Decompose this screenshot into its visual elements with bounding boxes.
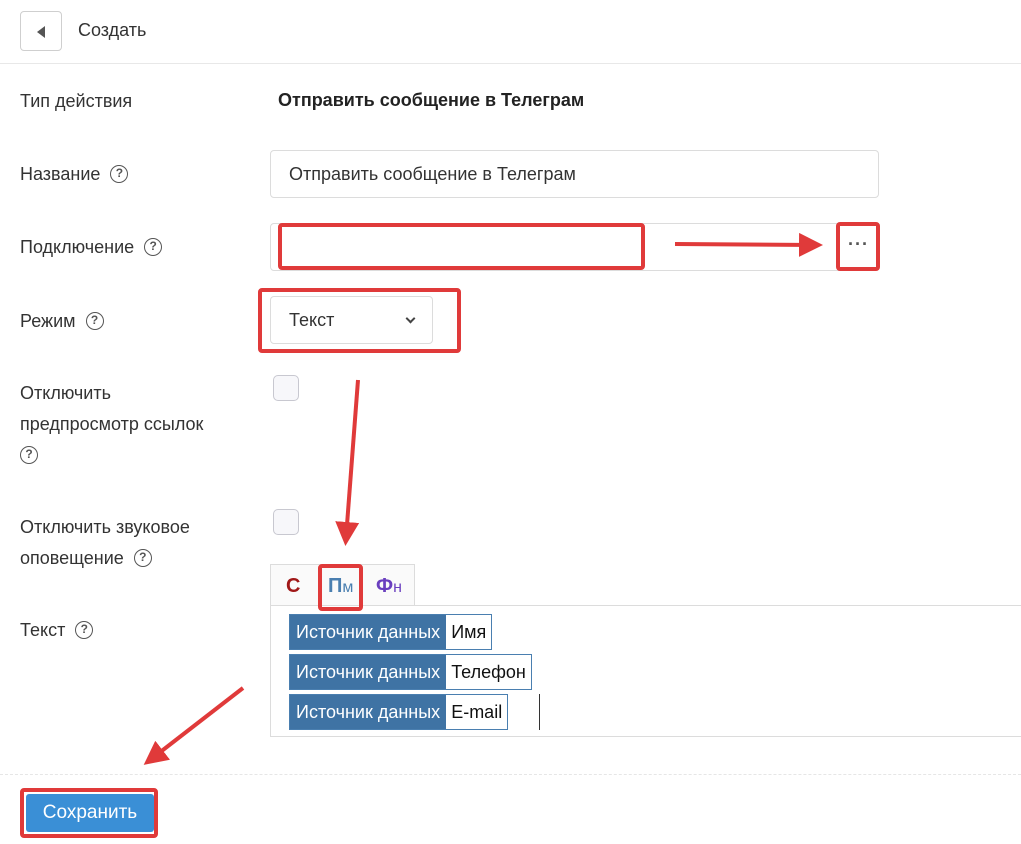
help-icon[interactable]: ? (144, 238, 163, 257)
text-label: Текст? (20, 615, 94, 646)
help-icon[interactable]: ? (20, 446, 38, 465)
mode-label: Режим? (20, 306, 104, 337)
text-caret (539, 694, 540, 730)
help-icon[interactable]: ? (110, 165, 129, 184)
help-icon[interactable]: ? (85, 312, 104, 331)
data-token[interactable]: Источник данных E-mail (289, 694, 509, 730)
mode-selected-value: Текст (289, 310, 335, 330)
text-editor[interactable]: Источник данных Имя Источник данных Теле… (270, 605, 1021, 737)
arrow-to-variables-tab (335, 379, 360, 546)
token-field: Имя (446, 615, 492, 649)
token-source: Источник данных (290, 695, 447, 729)
disable-sound-label: Отключить звуковое оповещение? (20, 517, 190, 568)
disable-preview-label: Отключить предпросмотр ссылок ? (20, 378, 203, 471)
name-input[interactable]: Отправить сообщение в Телеграм (270, 150, 879, 198)
arrow-to-save-button (143, 686, 245, 765)
connection-label: Подключение? (20, 232, 163, 263)
help-icon[interactable]: ? (133, 549, 152, 568)
help-icon[interactable]: ? (75, 621, 94, 640)
token-field: E-mail (446, 695, 508, 729)
page-title: Создать (78, 20, 147, 40)
connection-input[interactable] (270, 223, 838, 271)
back-button[interactable] (20, 11, 62, 51)
action-type-value: Отправить сообщение в Телеграм (278, 90, 585, 110)
tab-constant[interactable]: С (286, 565, 300, 607)
editor-tabs: С Пм Фн (270, 564, 415, 606)
connection-more-button[interactable]: ··· (838, 223, 879, 271)
footer-divider (0, 774, 1021, 775)
token-source: Источник данных (290, 615, 447, 649)
chevron-down-icon (405, 313, 416, 324)
token-source: Источник данных (290, 655, 447, 689)
save-button[interactable]: Сохранить (26, 794, 154, 832)
action-type-label: Тип действия (20, 91, 133, 111)
disable-sound-checkbox[interactable] (273, 509, 299, 535)
mode-select[interactable]: Текст (270, 296, 433, 344)
data-token[interactable]: Источник данных Телефон (289, 654, 532, 690)
tab-functions[interactable]: Фн (376, 565, 402, 607)
tab-variables[interactable]: Пм (328, 565, 353, 607)
header: Создать (0, 0, 1021, 64)
name-label: Название? (20, 159, 129, 190)
back-arrow-icon (37, 26, 45, 38)
token-field: Телефон (446, 655, 531, 689)
data-token[interactable]: Источник данных Имя (289, 614, 493, 650)
disable-preview-checkbox[interactable] (273, 375, 299, 401)
